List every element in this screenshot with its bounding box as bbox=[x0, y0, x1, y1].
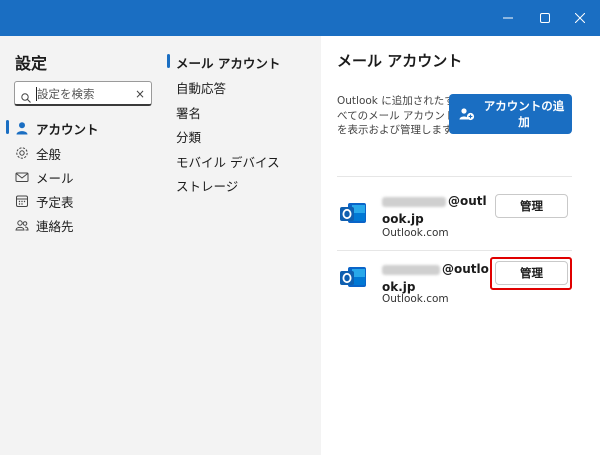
gear-icon bbox=[15, 145, 29, 159]
account-provider: Outlook.com bbox=[382, 227, 449, 239]
manage-button-highlighted[interactable]: 管理 bbox=[495, 261, 568, 285]
page-title: メール アカウント bbox=[337, 52, 463, 70]
redacted-username bbox=[382, 196, 446, 207]
maximize-icon[interactable] bbox=[529, 0, 561, 36]
account-email: @outlook.jp bbox=[382, 260, 494, 296]
minimize-icon[interactable] bbox=[492, 0, 524, 36]
account-row: @outlook.jp Outlook.com 管理 bbox=[337, 186, 577, 256]
nav-item-label: メール bbox=[36, 171, 74, 186]
nav-item-label: 全般 bbox=[36, 147, 62, 162]
search-icon bbox=[21, 88, 31, 107]
account-subnav: メール アカウント 自動応答 署名 分類 モバイル デバイス ストレージ bbox=[167, 36, 321, 455]
active-indicator bbox=[6, 120, 9, 134]
account-provider: Outlook.com bbox=[382, 293, 449, 305]
nav-item-account[interactable]: アカウント bbox=[0, 115, 167, 139]
subnav-item-auto-reply[interactable]: 自動応答 bbox=[176, 78, 226, 97]
divider bbox=[337, 176, 572, 177]
people-icon bbox=[15, 217, 29, 231]
add-account-button[interactable]: アカウントの追加 bbox=[449, 94, 572, 134]
nav-item-label: 連絡先 bbox=[36, 219, 74, 234]
nav-item-contacts[interactable]: 連絡先 bbox=[0, 212, 167, 236]
subnav-item-mail-accounts[interactable]: メール アカウント bbox=[176, 53, 280, 72]
search-input[interactable] bbox=[37, 84, 132, 103]
calendar-icon bbox=[15, 193, 29, 207]
person-icon bbox=[15, 120, 29, 135]
nav-item-label: 予定表 bbox=[36, 195, 74, 210]
account-row: @outlook.jp Outlook.com 管理 bbox=[337, 256, 577, 326]
title-bar bbox=[0, 0, 600, 36]
page-description: Outlook に追加されたすべてのメール アカウントを表示および管理します bbox=[337, 95, 456, 136]
settings-sidebar: 設定 × アカウント 全般 メール 予定表 bbox=[0, 36, 167, 455]
add-person-icon bbox=[459, 106, 475, 125]
clear-search-icon[interactable]: × bbox=[135, 87, 145, 101]
mail-accounts-pane: メール アカウント Outlook に追加されたすべてのメール アカウントを表示… bbox=[321, 36, 600, 455]
subnav-item-mobile-devices[interactable]: モバイル デバイス bbox=[176, 152, 280, 171]
divider bbox=[337, 250, 572, 251]
outlook-logo-icon bbox=[339, 202, 367, 226]
add-account-label: アカウントの追加 bbox=[483, 99, 565, 129]
redacted-username bbox=[382, 264, 440, 275]
subnav-item-storage[interactable]: ストレージ bbox=[176, 176, 238, 195]
nav-item-label: アカウント bbox=[36, 122, 99, 137]
account-email: @outlook.jp bbox=[382, 192, 494, 228]
nav-item-calendar[interactable]: 予定表 bbox=[0, 188, 167, 212]
settings-title: 設定 bbox=[15, 54, 48, 73]
outlook-logo-icon bbox=[339, 266, 367, 290]
manage-button[interactable]: 管理 bbox=[495, 194, 568, 218]
search-box[interactable]: × bbox=[14, 81, 152, 106]
nav-item-general[interactable]: 全般 bbox=[0, 140, 167, 164]
subnav-item-categories[interactable]: 分類 bbox=[176, 127, 201, 146]
subnav-item-signature[interactable]: 署名 bbox=[176, 103, 201, 122]
mail-icon bbox=[15, 169, 29, 183]
nav-item-mail[interactable]: メール bbox=[0, 164, 167, 188]
close-icon[interactable] bbox=[564, 0, 596, 36]
active-indicator bbox=[167, 54, 170, 68]
